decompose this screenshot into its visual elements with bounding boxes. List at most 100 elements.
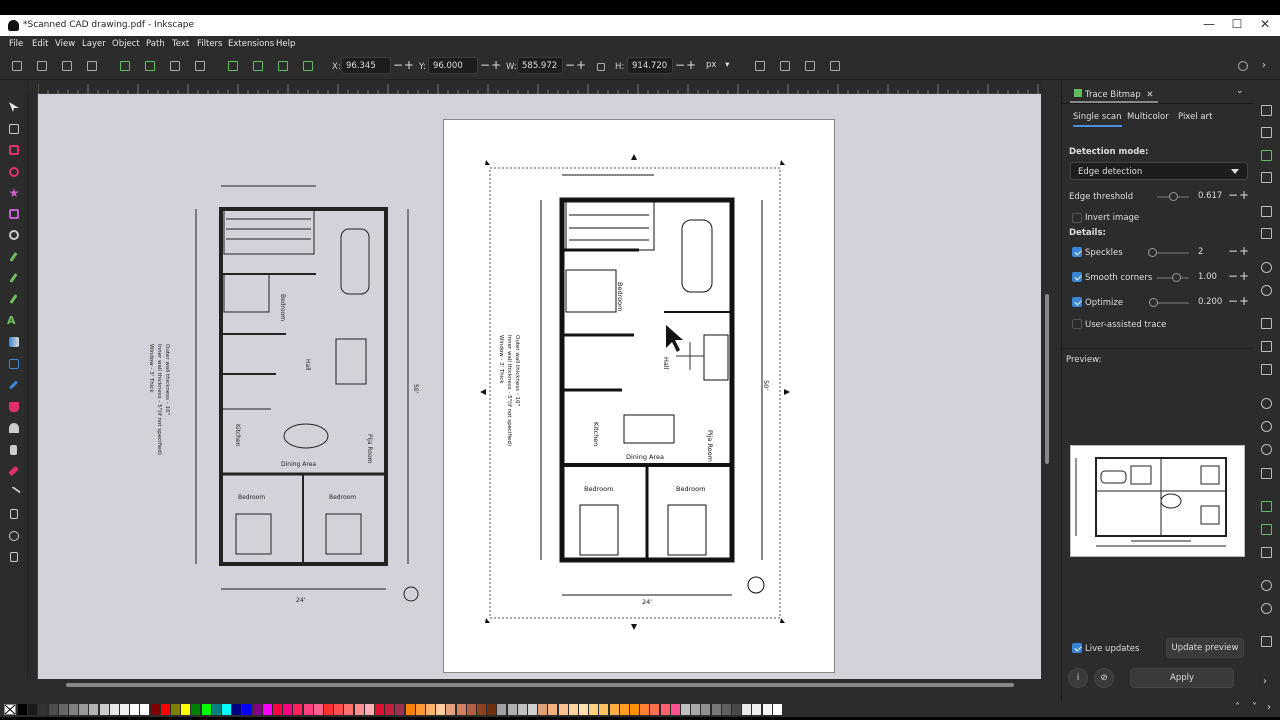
increment-icon[interactable]: + <box>1239 294 1249 308</box>
menu-layer[interactable]: Layer <box>82 39 106 49</box>
lock-proportions-icon[interactable] <box>594 58 608 74</box>
pencil-tool-icon[interactable] <box>7 250 21 264</box>
decrement-icon[interactable]: − <box>1228 188 1238 202</box>
chevron-down-icon[interactable]: ˅ <box>1252 701 1257 715</box>
palette-swatch[interactable] <box>650 704 660 715</box>
decrement-icon[interactable]: − <box>1228 244 1238 258</box>
palette-swatch[interactable] <box>201 704 211 715</box>
vertical-scrollbar[interactable] <box>1041 94 1053 679</box>
smooth-corners-knob[interactable] <box>1172 273 1181 282</box>
group-icon[interactable] <box>1261 580 1272 591</box>
palette-swatch[interactable] <box>120 704 129 715</box>
palette-swatch[interactable] <box>324 704 333 715</box>
export-icon[interactable] <box>1261 228 1272 239</box>
snap-icon[interactable] <box>1235 58 1251 74</box>
paste-icon[interactable] <box>1261 364 1272 375</box>
smooth-corners-checkbox[interactable] <box>1072 272 1082 282</box>
optimize-checkbox[interactable] <box>1072 297 1082 307</box>
increment-icon[interactable]: + <box>1239 188 1249 202</box>
palette-swatch[interactable] <box>140 704 150 715</box>
palette-swatch[interactable] <box>599 704 609 715</box>
palette-swatch[interactable] <box>38 704 48 715</box>
palette-swatch[interactable] <box>660 704 670 715</box>
zoom-page-icon[interactable] <box>1261 444 1272 455</box>
speckles-checkbox[interactable] <box>1072 247 1082 257</box>
palette-swatch[interactable] <box>364 704 374 715</box>
palette-swatch[interactable] <box>252 704 262 715</box>
raise-icon[interactable] <box>250 58 266 74</box>
menu-help[interactable]: Help <box>276 39 295 49</box>
increment-icon[interactable]: + <box>1239 269 1249 283</box>
palette-swatch[interactable] <box>303 704 313 715</box>
traced-floorplan[interactable] <box>444 120 834 672</box>
invert-image-checkbox[interactable] <box>1072 213 1082 223</box>
info-icon[interactable]: i <box>1068 668 1088 688</box>
stop-icon[interactable]: ⊘ <box>1094 668 1114 688</box>
palette-swatch[interactable] <box>619 704 629 715</box>
minimize-icon[interactable]: — <box>1198 17 1220 33</box>
palette-swatch[interactable] <box>528 704 537 715</box>
x-field[interactable]: 96.345 <box>341 57 391 74</box>
horizontal-scroll-thumb[interactable] <box>66 683 1014 687</box>
chevron-down-icon[interactable]: ⌄ <box>1236 86 1244 96</box>
undo-icon[interactable] <box>1261 262 1272 273</box>
palette-swatch[interactable] <box>762 704 772 715</box>
menu-object[interactable]: Object <box>112 39 140 49</box>
palette-swatch[interactable] <box>109 704 119 715</box>
dropper-tool-icon[interactable] <box>7 378 21 392</box>
palette-swatch[interactable] <box>58 704 68 715</box>
vertical-scroll-thumb[interactable] <box>1045 294 1049 464</box>
palette-swatch[interactable] <box>691 704 701 715</box>
palette-swatch[interactable] <box>711 704 721 715</box>
selector-tool-icon[interactable] <box>7 100 21 114</box>
w-increment-icon[interactable]: + <box>576 58 586 72</box>
fill-stroke-icon[interactable] <box>1261 636 1272 647</box>
no-paint-swatch[interactable] <box>4 704 16 715</box>
palette-swatch[interactable] <box>283 704 293 715</box>
speckles-spin[interactable]: 2 − + <box>1198 244 1260 261</box>
tweak-tool-icon[interactable] <box>7 421 21 435</box>
palette-swatch[interactable] <box>232 704 242 715</box>
raise-to-top-icon[interactable] <box>225 58 241 74</box>
tab-single-scan[interactable]: Single scan <box>1073 112 1122 127</box>
tab-multicolor[interactable]: Multicolor <box>1127 112 1169 122</box>
palette-swatch[interactable] <box>772 704 782 715</box>
cut-icon[interactable] <box>1261 341 1272 352</box>
duplicate-icon[interactable] <box>1261 501 1272 512</box>
palette-swatch[interactable] <box>436 704 446 715</box>
palette-swatch[interactable] <box>548 704 558 715</box>
palette-swatch[interactable] <box>670 704 680 715</box>
apply-button[interactable]: Apply <box>1130 668 1234 688</box>
palette-swatch[interactable] <box>181 704 191 715</box>
edge-threshold-spin[interactable]: 0.617 − + <box>1198 188 1260 205</box>
copy-icon[interactable] <box>1261 318 1272 329</box>
palette-swatch[interactable] <box>497 704 507 715</box>
palette-swatch[interactable] <box>640 704 650 715</box>
gradient-tool-icon[interactable] <box>7 335 21 349</box>
close-icon[interactable]: ✕ <box>1254 17 1276 33</box>
palette-swatch[interactable] <box>721 704 731 715</box>
palette-swatch[interactable] <box>99 704 109 715</box>
vertical-ruler[interactable] <box>28 94 38 679</box>
eraser-tool-icon[interactable] <box>7 464 21 478</box>
palette-swatch[interactable] <box>191 704 201 715</box>
clone-icon[interactable] <box>1261 524 1272 535</box>
palette-swatch[interactable] <box>344 704 354 715</box>
update-preview-button[interactable]: Update preview <box>1166 638 1244 658</box>
mesh-tool-icon[interactable] <box>7 357 21 371</box>
chevron-up-icon[interactable]: ˄ <box>1235 701 1240 715</box>
palette-swatch[interactable] <box>701 704 711 715</box>
move-gradients-icon[interactable] <box>802 58 818 74</box>
h-field[interactable]: 914.720 <box>627 57 673 74</box>
live-updates-checkbox[interactable] <box>1072 643 1082 653</box>
w-decrement-icon[interactable]: − <box>565 58 575 72</box>
page[interactable]: Bedroom Hall Kitchen Dining Area Pija Ro… <box>444 120 834 672</box>
palette-swatch[interactable] <box>334 704 344 715</box>
optimize-spin[interactable]: 0.200 − + <box>1198 294 1260 311</box>
scale-stroke-icon[interactable] <box>752 58 768 74</box>
palette-swatch[interactable] <box>507 704 517 715</box>
palette-swatch[interactable] <box>89 704 99 715</box>
flip-horizontal-icon[interactable] <box>167 58 183 74</box>
x-decrement-icon[interactable]: − <box>393 58 403 72</box>
spiral-tool-icon[interactable] <box>7 228 21 242</box>
